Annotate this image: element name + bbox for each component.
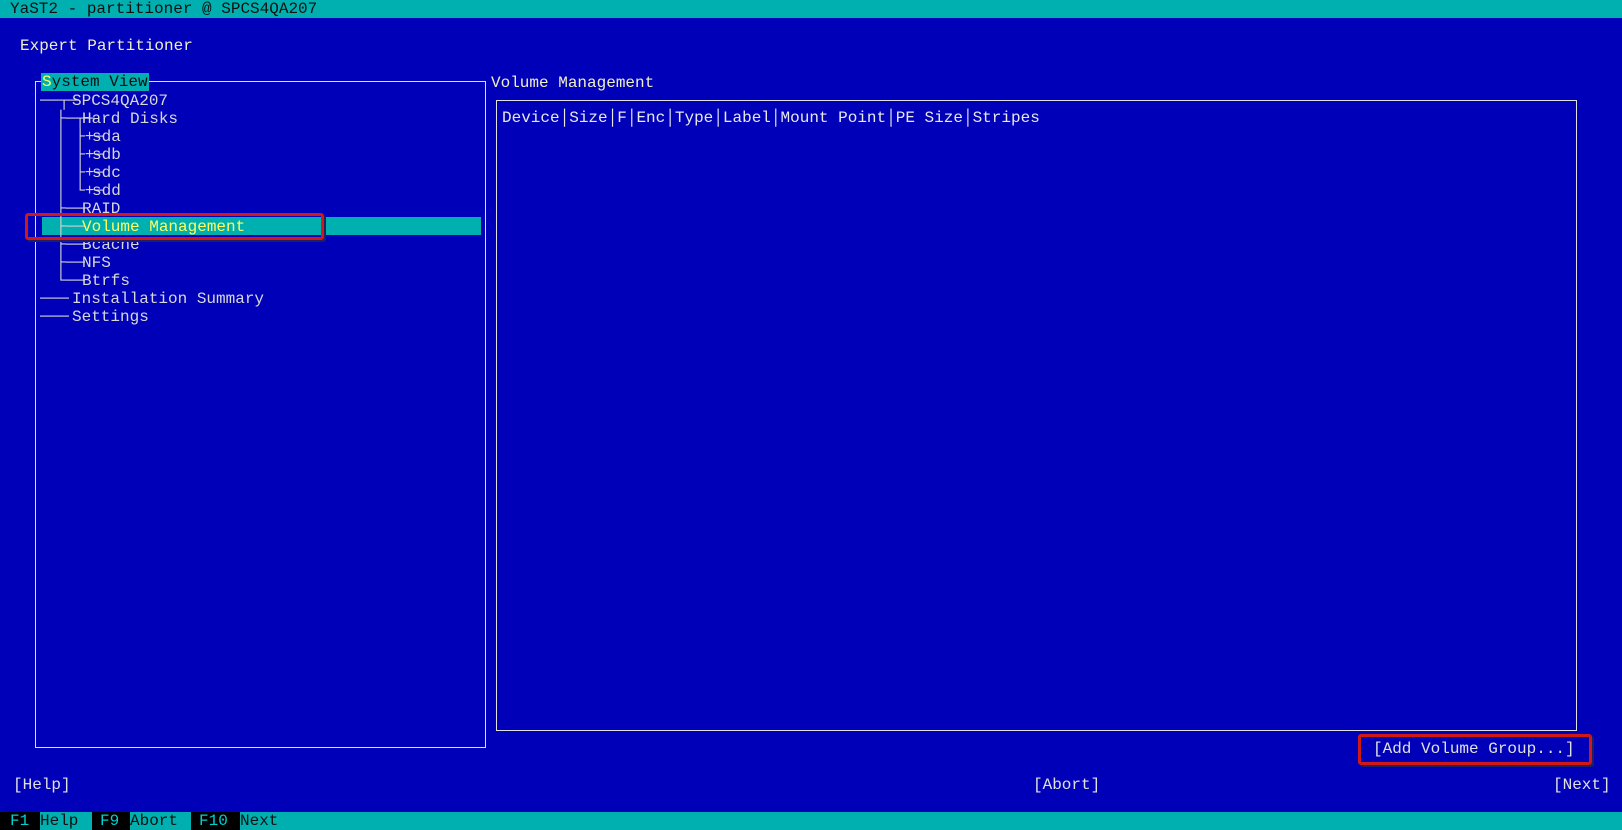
tree-item-sdc[interactable]: sdc [92,164,121,182]
fkey-f9-label[interactable]: Abort [130,812,191,830]
col-enc[interactable]: Enc [636,109,665,127]
window-title: YaST2 - partitioner @ SPCS4QA207 [10,0,318,18]
tree-item-host[interactable]: SPCS4QA207 [72,92,168,110]
tree-highlight-outline [25,213,324,240]
abort-button[interactable]: [Abort] [1033,776,1100,794]
tree-item-sdd[interactable]: sdd [92,182,121,200]
col-type[interactable]: Type [675,109,713,127]
col-mount-point[interactable]: Mount Point [781,109,887,127]
tree-item-nfs[interactable]: NFS [82,254,111,272]
col-pe-size[interactable]: PE Size [896,109,963,127]
page-title: Expert Partitioner [20,37,193,55]
fkey-f10-label[interactable]: Next [240,812,300,830]
main-panel-title: Volume Management [491,74,655,92]
col-device[interactable]: Device [502,109,560,127]
col-f[interactable]: F [617,109,627,127]
tree-connector-btrfs: └── [56,272,85,290]
window-title-bar: YaST2 - partitioner @ SPCS4QA207 [0,0,1622,18]
fkey-f1-key[interactable]: F1 [0,812,40,830]
fkey-f1-label[interactable]: Help [40,812,92,830]
tree-connector-summary: ─── [40,290,69,308]
tree-connector-settings: ─── [40,308,69,326]
fkey-f9-key[interactable]: F9 [92,812,130,830]
tree-item-btrfs[interactable]: Btrfs [82,272,130,290]
tree-item-sdb[interactable]: sdb [92,146,121,164]
tree-item-sda[interactable]: sda [92,128,121,146]
next-button[interactable]: [Next] [1553,776,1611,794]
col-label[interactable]: Label [723,109,771,127]
tree-item-settings[interactable]: Settings [72,308,149,326]
function-key-bar: F1 Help F9 Abort F10 Next [0,812,1622,830]
col-size[interactable]: Size [569,109,607,127]
system-view-title: System View [41,73,149,91]
fkey-f10-key[interactable]: F10 [191,812,240,830]
col-stripes[interactable]: Stripes [973,109,1040,127]
add-button-highlight-outline [1358,734,1592,765]
tree-item-installation-summary[interactable]: Installation Summary [72,290,264,308]
volume-table-header: Device│Size│F│Enc│Type│Label│Mount Point… [502,109,1040,127]
volume-table[interactable] [496,100,1577,731]
help-button[interactable]: [Help] [13,776,71,794]
tree-item-hard-disks[interactable]: Hard Disks [82,110,178,128]
tree-connector-nfs: ├── [56,254,85,272]
